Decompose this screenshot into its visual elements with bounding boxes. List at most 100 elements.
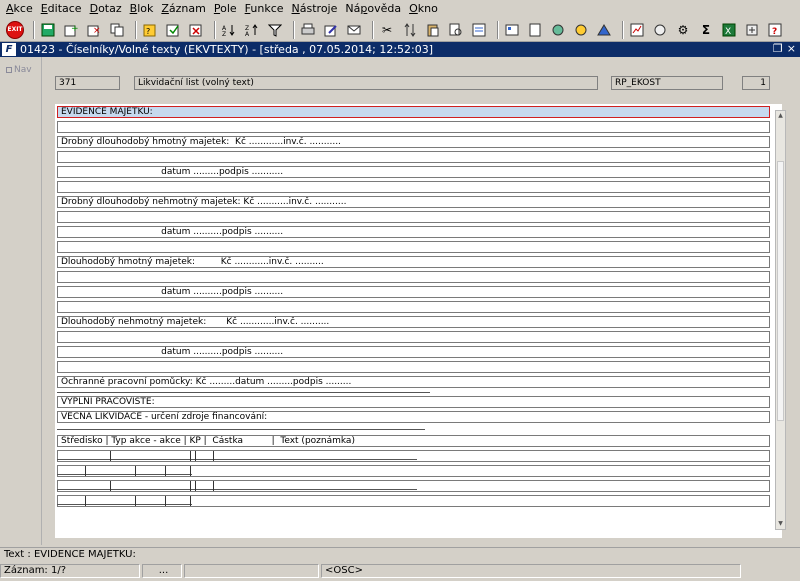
help-button[interactable]: ? [766, 21, 784, 39]
add-record-button[interactable]: + [62, 21, 80, 39]
sum-button[interactable]: Σ [697, 21, 715, 39]
menu-dotaz[interactable]: Dotaz [86, 0, 126, 18]
menu-nastroje[interactable]: Nástroje [288, 0, 342, 18]
scrollbar-thumb[interactable] [777, 161, 784, 421]
document-button[interactable] [628, 21, 646, 39]
text-line-vecna[interactable]: VĚCNÁ LIKVIDACE - určení zdroje financov… [57, 411, 770, 423]
name-field[interactable]: Likvidační list (volný text) [134, 76, 598, 90]
query-button[interactable]: ? [141, 21, 159, 39]
nav-toggle[interactable]: Nav [6, 65, 32, 75]
warning-button[interactable] [595, 21, 613, 39]
text-line[interactable]: Drobný dlouhodobý nehmotný majetek: Kč .… [57, 196, 770, 208]
menu-editace[interactable]: Editace [37, 0, 86, 18]
save-icon [41, 23, 55, 36]
edit-button[interactable] [322, 21, 340, 39]
table-line[interactable] [57, 495, 770, 507]
sort-icon: AZ [222, 24, 235, 37]
cancel-query-icon [189, 24, 202, 36]
paste-button[interactable] [424, 21, 442, 39]
sort-desc-button[interactable]: ZA [243, 21, 261, 39]
column-separator [195, 451, 196, 461]
execute-query-button[interactable] [164, 21, 182, 39]
record-number-field[interactable]: 1 [742, 76, 770, 90]
text-line[interactable]: datum .........podpis ........... [57, 166, 770, 178]
toolbar-separator [33, 20, 35, 39]
refresh-button[interactable] [503, 21, 521, 39]
text-line[interactable]: datum ..........podpis .......... [57, 346, 770, 358]
menu-akce[interactable]: Akce [2, 0, 37, 18]
text-line[interactable]: Dlouhodobý nehmotný majetek: Kč ........… [57, 316, 770, 328]
delete-record-button[interactable]: × [85, 21, 103, 39]
chart-button[interactable] [572, 21, 590, 39]
text-line-columns-header[interactable]: Středisko | Typ akce - akce | KP | Částk… [57, 435, 770, 447]
report-field[interactable]: RP_EKOST [611, 76, 723, 90]
save-button[interactable] [39, 21, 57, 39]
scroll-down-arrow-icon[interactable]: ▼ [776, 519, 785, 529]
text-line[interactable]: datum ..........podpis .......... [57, 226, 770, 238]
help-context-icon [472, 23, 486, 36]
print-button[interactable] [299, 21, 317, 39]
mail-icon [347, 25, 361, 34]
cancel-query-button[interactable] [187, 21, 205, 39]
vertical-scrollbar[interactable]: ▲ ▼ [775, 110, 786, 530]
menu-funkce[interactable]: Funkce [241, 0, 288, 18]
config-button[interactable] [743, 21, 761, 39]
text-line[interactable] [57, 121, 770, 133]
text-line[interactable]: Ochranné pracovní pomůcky: Kč .........d… [57, 376, 770, 388]
text-line[interactable] [57, 271, 770, 283]
mail-button[interactable] [345, 21, 363, 39]
text-line[interactable] [57, 211, 770, 223]
text-line[interactable] [57, 181, 770, 193]
text-line[interactable]: datum ..........podpis .......... [57, 286, 770, 298]
text-line[interactable] [57, 151, 770, 163]
copy-button[interactable] [401, 21, 419, 39]
table-line[interactable] [57, 480, 770, 492]
menu-pole[interactable]: Pole [210, 0, 241, 18]
text-line[interactable] [57, 301, 770, 313]
menu-blok[interactable]: Blok [126, 0, 158, 18]
sort-button[interactable]: AZ [220, 21, 238, 39]
text-line[interactable] [57, 361, 770, 373]
restore-window-button[interactable]: ❐ [773, 42, 783, 55]
window-title-bar: F 01423 - Číselníky/Volné texty (EKVTEXT… [0, 42, 800, 57]
menu-okno[interactable]: Okno [405, 0, 442, 18]
text-line-selected[interactable]: EVIDENCE MAJETKU: [57, 106, 770, 118]
underline [57, 504, 192, 505]
column-separator [135, 496, 136, 506]
settings-button[interactable]: ⚙ [674, 21, 692, 39]
edit-icon [324, 24, 337, 36]
tools-button[interactable] [651, 21, 669, 39]
menu-napoveda[interactable]: Nápověda [341, 0, 405, 18]
scroll-up-arrow-icon[interactable]: ▲ [776, 111, 785, 121]
menu-zaznam[interactable]: Záznam [157, 0, 210, 18]
excel-button[interactable]: X [720, 21, 738, 39]
toolbar-separator [622, 20, 624, 39]
navigation-panel: Nav [0, 57, 42, 545]
underline [57, 392, 430, 393]
toolbar-separator [372, 20, 374, 39]
text-line[interactable] [57, 331, 770, 343]
help-context-button[interactable] [470, 21, 488, 39]
text-line[interactable]: Dlouhodobý hmotný majetek: Kč ..........… [57, 256, 770, 268]
close-window-button[interactable]: × [787, 42, 796, 55]
cut-button[interactable]: ✂ [378, 21, 396, 39]
paste-icon [427, 24, 439, 36]
exit-button[interactable]: EXIT [6, 20, 24, 39]
text-line-vyplni[interactable]: VYPLNÍ PRACOVIŠTĚ: [57, 396, 770, 408]
table-line[interactable] [57, 450, 770, 462]
calendar-button[interactable] [526, 21, 544, 39]
text-line[interactable]: Drobný dlouhodobý hmotný majetek: Kč ...… [57, 136, 770, 148]
sum-icon: Σ [701, 22, 711, 37]
filter-button[interactable] [266, 21, 284, 39]
globe-button[interactable] [549, 21, 567, 39]
code-field[interactable]: 371 [55, 76, 120, 90]
copy-record-button[interactable] [108, 21, 126, 39]
calendar-icon [529, 23, 541, 36]
text-line[interactable] [57, 241, 770, 253]
column-separator [165, 496, 166, 506]
table-line[interactable] [57, 465, 770, 477]
form-area: 371 Likvidační list (volný text) RP_EKOS… [43, 57, 800, 545]
find-button[interactable] [447, 21, 465, 39]
svg-text:×: × [93, 26, 101, 36]
column-separator [110, 451, 111, 461]
